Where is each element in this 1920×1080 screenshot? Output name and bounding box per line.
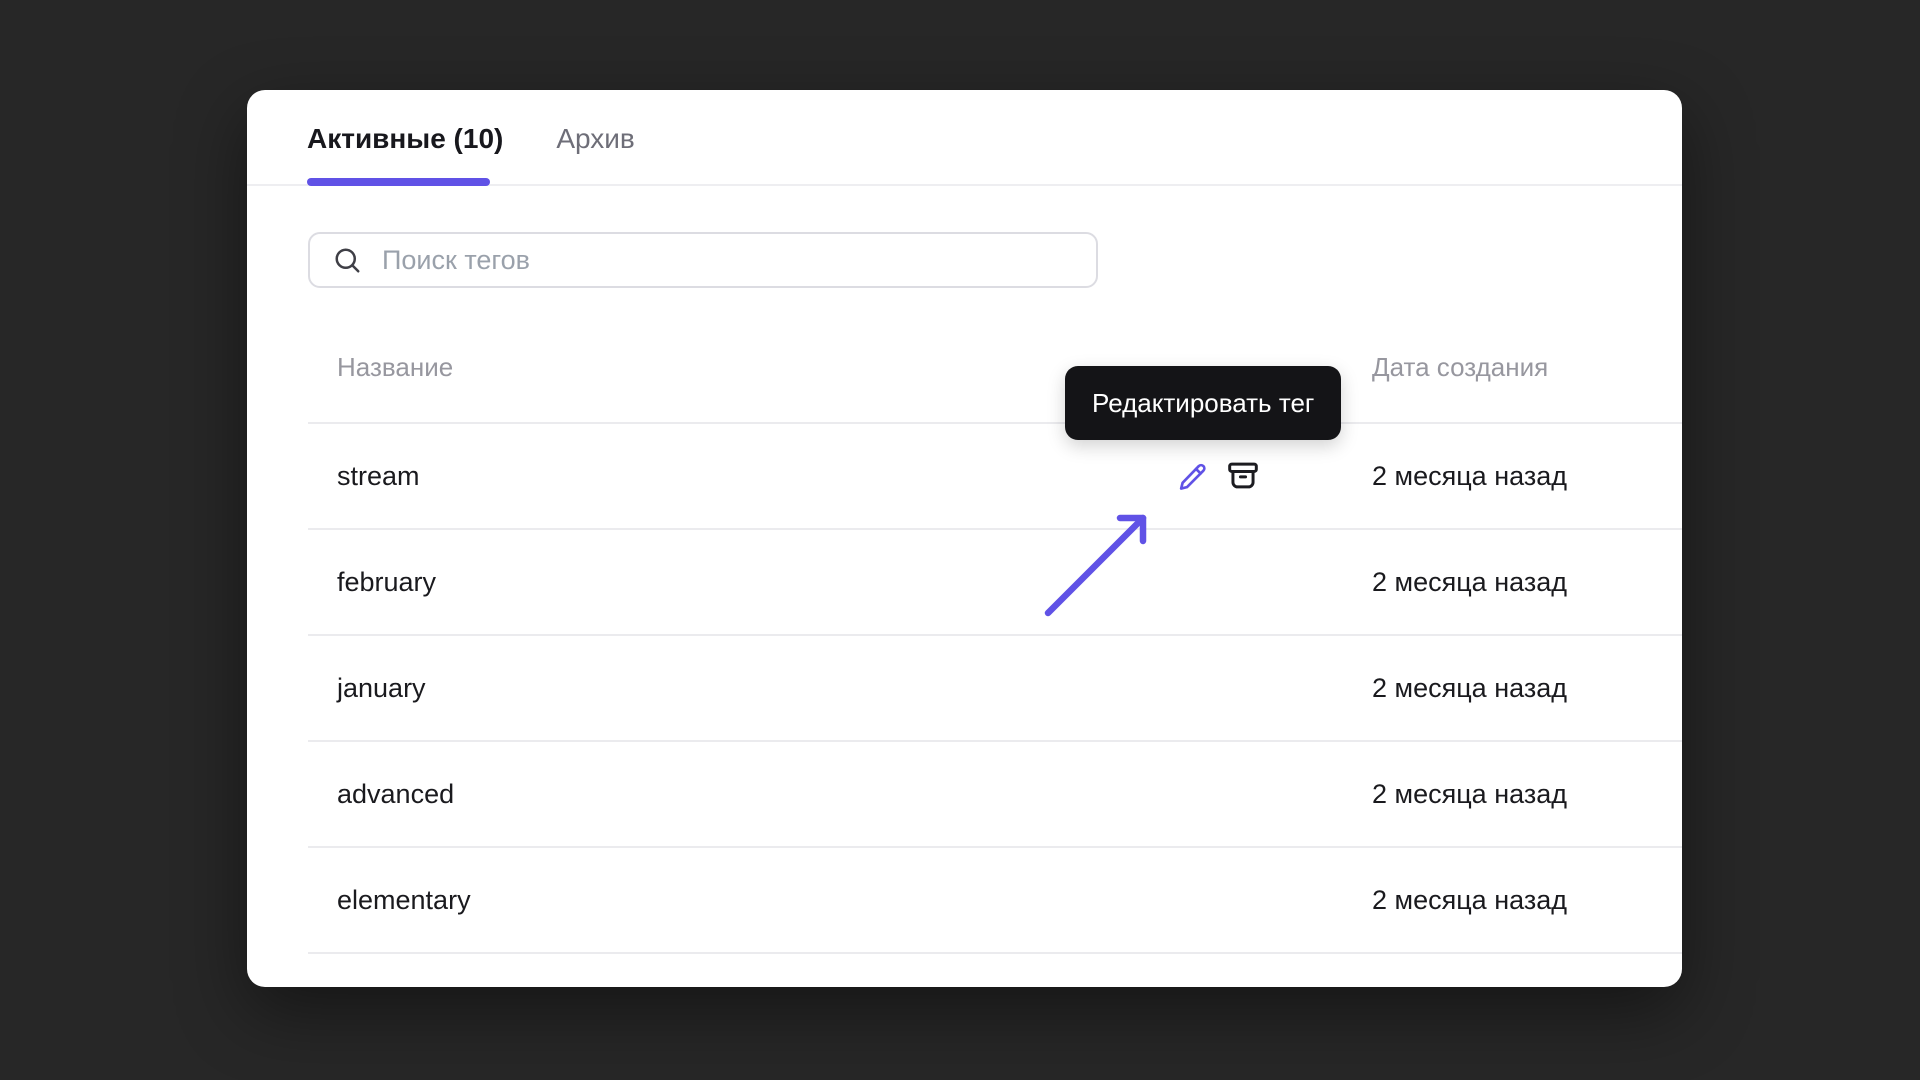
tag-created-date: 2 месяца назад (1372, 885, 1567, 916)
table-row[interactable]: stream (308, 424, 1682, 530)
tags-panel: Активные (10) Архив Название Дата создан… (247, 90, 1682, 987)
search-input[interactable] (382, 234, 1096, 286)
tab-active-tags[interactable]: Активные (10) (307, 121, 503, 153)
table-row[interactable]: january 2 месяца назад (308, 636, 1682, 742)
tag-created-date: 2 месяца назад (1372, 779, 1567, 810)
edit-tag-tooltip: Редактировать тег (1065, 366, 1341, 440)
search-icon (332, 245, 362, 275)
archive-tag-button[interactable] (1226, 459, 1260, 493)
tag-search[interactable] (308, 232, 1098, 288)
tab-bar: Активные (10) Архив (247, 90, 1682, 186)
tag-created-date: 2 месяца назад (1372, 673, 1567, 704)
tag-list: stream (247, 424, 1682, 954)
column-header-created: Дата создания (1372, 352, 1548, 383)
tag-created-date: 2 месяца назад (1372, 567, 1567, 598)
table-row[interactable]: february 2 месяца назад (308, 530, 1682, 636)
tag-name: february (337, 567, 436, 598)
tag-name: stream (337, 461, 420, 492)
tag-name: january (337, 673, 426, 704)
tag-name: elementary (337, 885, 471, 916)
active-tab-underline (307, 178, 490, 186)
tag-name: advanced (337, 779, 454, 810)
arrow-up-right-icon (1037, 508, 1157, 631)
tab-archive[interactable]: Архив (556, 121, 634, 153)
edit-tag-button[interactable] (1178, 462, 1207, 491)
archive-box-icon (1226, 459, 1260, 493)
table-row[interactable]: elementary 2 месяца назад (308, 848, 1682, 954)
column-header-name: Название (337, 352, 453, 383)
tag-created-date: 2 месяца назад (1372, 461, 1567, 492)
pencil-icon (1178, 462, 1207, 491)
table-row[interactable]: advanced 2 месяца назад (308, 742, 1682, 848)
